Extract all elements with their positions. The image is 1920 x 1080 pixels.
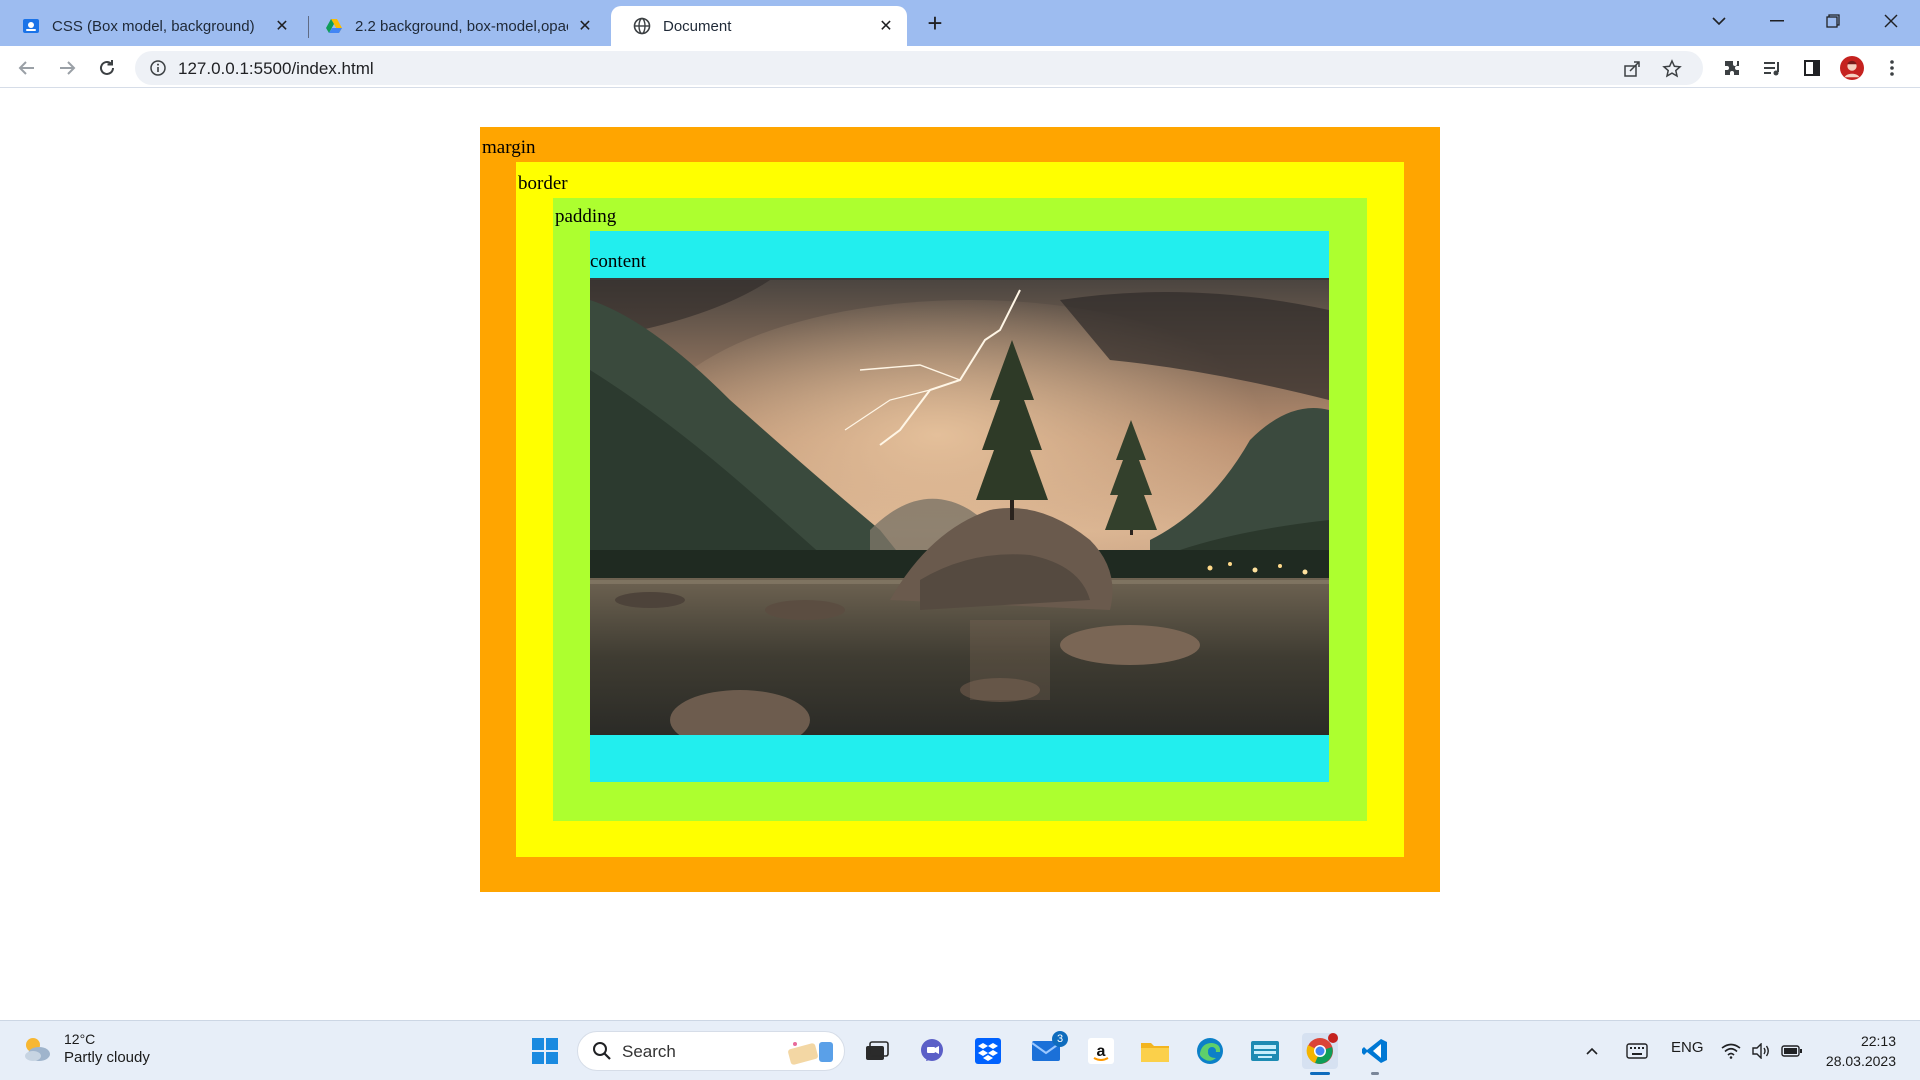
profile-avatar[interactable] — [1840, 56, 1864, 80]
task-view-icon[interactable] — [859, 1033, 895, 1069]
extensions-icon[interactable] — [1720, 56, 1744, 80]
tab-title: 2.2 background, box-model,opac — [355, 17, 568, 35]
page-viewport: margin border padding content — [0, 88, 1920, 1020]
system-clock[interactable]: 22:13 28.03.2023 — [1826, 1031, 1896, 1071]
content-label: content — [590, 251, 646, 272]
close-window-icon[interactable] — [1876, 6, 1906, 36]
tab-document[interactable]: Document ✕ — [611, 6, 907, 46]
battery-icon[interactable] — [1778, 1033, 1806, 1069]
app-open-indicator — [1371, 1072, 1379, 1075]
restore-icon[interactable] — [1818, 6, 1848, 36]
media-queue-icon[interactable] — [1760, 56, 1784, 80]
content-box: content — [590, 231, 1329, 782]
globe-icon — [633, 17, 651, 35]
close-tab-icon[interactable]: ✕ — [576, 17, 594, 35]
tab-title: Document — [663, 17, 732, 35]
more-menu-icon[interactable] — [1880, 56, 1904, 80]
tab-css-box-model[interactable]: CSS (Box model, background) ✕ — [0, 6, 303, 46]
language-indicator[interactable]: ENG — [1671, 1039, 1704, 1056]
chrome-icon[interactable] — [1302, 1033, 1338, 1075]
tab-search-chevron-icon[interactable] — [1704, 6, 1734, 36]
forward-icon[interactable] — [53, 54, 81, 82]
border-label: border — [518, 173, 568, 194]
chrome-notification-badge — [1328, 1033, 1338, 1043]
weather-condition: Partly cloudy — [64, 1049, 150, 1066]
classroom-icon — [22, 17, 40, 35]
mail-badge: 3 — [1052, 1031, 1068, 1047]
search-label: Search — [622, 1042, 676, 1061]
side-panel-icon[interactable] — [1800, 56, 1824, 80]
volume-icon[interactable] — [1748, 1033, 1774, 1069]
reload-icon[interactable] — [93, 54, 121, 82]
close-tab-icon[interactable]: ✕ — [877, 17, 895, 35]
clock-time: 22:13 — [1860, 1033, 1896, 1049]
tab-drive-doc[interactable]: 2.2 background, box-model,opac ✕ — [303, 6, 606, 46]
google-drive-icon — [325, 17, 343, 35]
share-icon[interactable] — [1621, 58, 1643, 80]
taskbar-search[interactable]: Search — [577, 1031, 845, 1071]
back-icon[interactable] — [13, 54, 41, 82]
svg-text:a: a — [1097, 1043, 1106, 1060]
keyboard-app-icon[interactable] — [1247, 1033, 1283, 1069]
show-hidden-icons-chevron[interactable] — [1579, 1033, 1605, 1069]
wifi-icon[interactable] — [1718, 1033, 1744, 1069]
address-bar[interactable]: 127.0.0.1:5500/index.html — [135, 51, 1703, 85]
amazon-icon[interactable]: a — [1083, 1033, 1119, 1069]
windows-taskbar: 12°C Partly cloudy Search 3 a ENG 22:13 … — [0, 1020, 1920, 1080]
border-box: border padding content — [516, 162, 1404, 857]
bookmark-star-icon[interactable] — [1661, 58, 1683, 80]
tab-strip: CSS (Box model, background) ✕ 2.2 backgr… — [0, 0, 1920, 46]
margin-box: margin border padding content — [480, 127, 1440, 892]
padding-label: padding — [555, 206, 617, 227]
tab-title: CSS (Box model, background) — [52, 17, 255, 35]
active-app-indicator — [1310, 1072, 1330, 1075]
teams-chat-icon[interactable] — [914, 1033, 950, 1069]
close-tab-icon[interactable]: ✕ — [273, 17, 291, 35]
minimize-icon[interactable] — [1762, 6, 1792, 36]
search-icon — [592, 1041, 612, 1061]
vscode-icon[interactable] — [1357, 1033, 1393, 1075]
new-tab-button[interactable]: + — [922, 8, 948, 38]
margin-label: margin — [482, 137, 536, 158]
url-text: 127.0.0.1:5500/index.html — [178, 59, 374, 78]
dropbox-icon[interactable] — [970, 1033, 1006, 1069]
lake-photo — [590, 278, 1329, 735]
browser-toolbar: 127.0.0.1:5500/index.html — [0, 46, 1920, 88]
file-explorer-icon[interactable] — [1137, 1033, 1173, 1069]
partly-cloudy-icon — [20, 1033, 52, 1065]
windows-start-icon[interactable] — [527, 1033, 563, 1069]
edge-browser-icon[interactable] — [1192, 1033, 1228, 1069]
search-highlight-icon — [783, 1038, 839, 1066]
mail-icon[interactable]: 3 — [1028, 1031, 1068, 1069]
weather-temperature: 12°C — [64, 1031, 96, 1047]
site-info-icon[interactable] — [149, 59, 167, 77]
touch-keyboard-icon[interactable] — [1620, 1033, 1654, 1069]
clock-date: 28.03.2023 — [1825, 1053, 1896, 1069]
weather-widget[interactable]: 12°C Partly cloudy — [20, 1031, 150, 1066]
padding-box: padding content — [553, 198, 1367, 821]
